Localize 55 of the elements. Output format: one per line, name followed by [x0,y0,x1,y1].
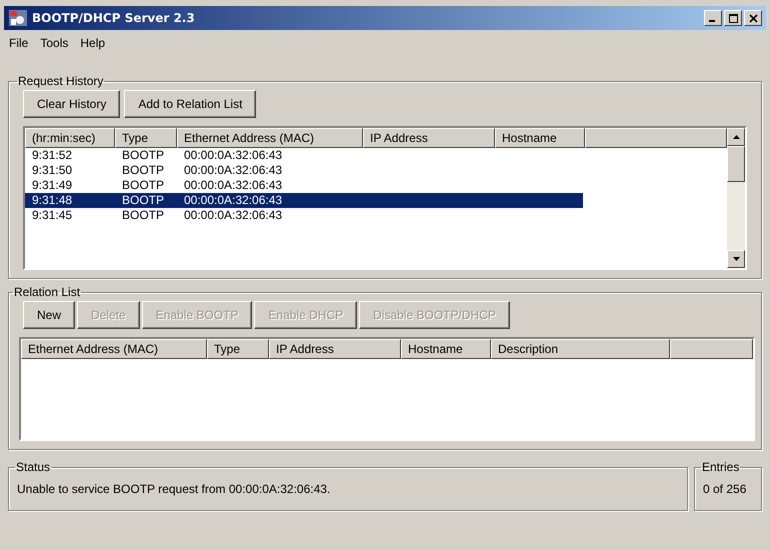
menu-item[interactable]: Tools [39,36,70,54]
scroll-bar[interactable] [727,128,745,268]
app-icon [8,9,28,27]
table-cell-text: BOOTP [121,163,166,178]
column-header[interactable]: Type [115,128,177,148]
menu-item[interactable]: Help [79,36,106,54]
scroll-thumb[interactable] [727,146,745,182]
column-header[interactable]: IP Address [363,128,495,148]
group-title: Request History [17,74,104,88]
toolbar-button[interactable]: Add to Relation List [124,90,256,118]
column-header[interactable]: Hostname [495,128,585,148]
status-message: Unable to service BOOTP request from 00:00:0A:32:06:43. [17,482,330,496]
up-arrow-icon [732,135,740,139]
table-cell-text: 00:00:0A:32:06:43 [183,193,284,208]
close-icon [748,14,758,22]
column-header[interactable]: Type [207,339,269,359]
history-row[interactable]: 9:31:45 BOOTP 00:00:0A:32:06:43 [25,208,583,223]
group-title: Entries [701,460,740,474]
table-cell-text: 9:31:49 [31,178,74,193]
close-button[interactable] [744,10,762,26]
menu-item[interactable]: File [8,36,30,54]
scroll-down-button[interactable] [727,250,745,268]
window-title: BOOTP/DHCP Server 2.3 [32,11,196,25]
table-cell-text: 00:00:0A:32:06:43 [183,178,284,193]
column-header[interactable]: IP Address [269,339,401,359]
table-cell-text: 00:00:0A:32:06:43 [183,148,284,163]
table-cell-text: 00:00:0A:32:06:43 [183,163,284,178]
column-header[interactable]: Description [491,339,670,359]
column-header[interactable]: Hostname [401,339,491,359]
history-row[interactable]: 9:31:50 BOOTP 00:00:0A:32:06:43 [25,163,583,178]
column-header[interactable]: (hr:min:sec) [25,128,115,148]
table-cell-text: BOOTP [121,208,166,223]
maximize-button[interactable] [724,10,742,26]
history-row[interactable]: 9:31:52 BOOTP 00:00:0A:32:06:43 [25,148,583,163]
history-row[interactable]: 9:31:49 BOOTP 00:00:0A:32:06:43 [25,178,583,193]
entries-count: 0 of 256 [703,482,746,496]
history-row[interactable]: 9:31:48 BOOTP 00:00:0A:32:06:43 [25,193,583,208]
table-cell-text: BOOTP [121,193,166,208]
toolbar-button[interactable]: Clear History [23,90,120,118]
minimize-button[interactable] [704,10,722,26]
column-header[interactable]: Ethernet Address (MAC) [177,128,363,148]
table-cell-text: BOOTP [121,178,166,193]
table-cell-text: 9:31:50 [31,163,74,178]
maximize-icon [728,14,738,22]
table-cell-text: 00:00:0A:32:06:43 [183,208,284,223]
scroll-up-button[interactable] [727,128,745,146]
column-header[interactable]: Ethernet Address (MAC) [21,339,207,359]
table-cell-text: 9:31:48 [31,193,74,208]
table-cell-text: 9:31:52 [31,148,74,163]
toolbar-button[interactable]: New [23,301,76,329]
group-title: Status [15,460,52,474]
group-title: Relation List [13,285,82,299]
table-cell-text: BOOTP [121,148,166,163]
table-cell-text: 9:31:45 [31,208,74,223]
down-arrow-icon [732,257,740,261]
